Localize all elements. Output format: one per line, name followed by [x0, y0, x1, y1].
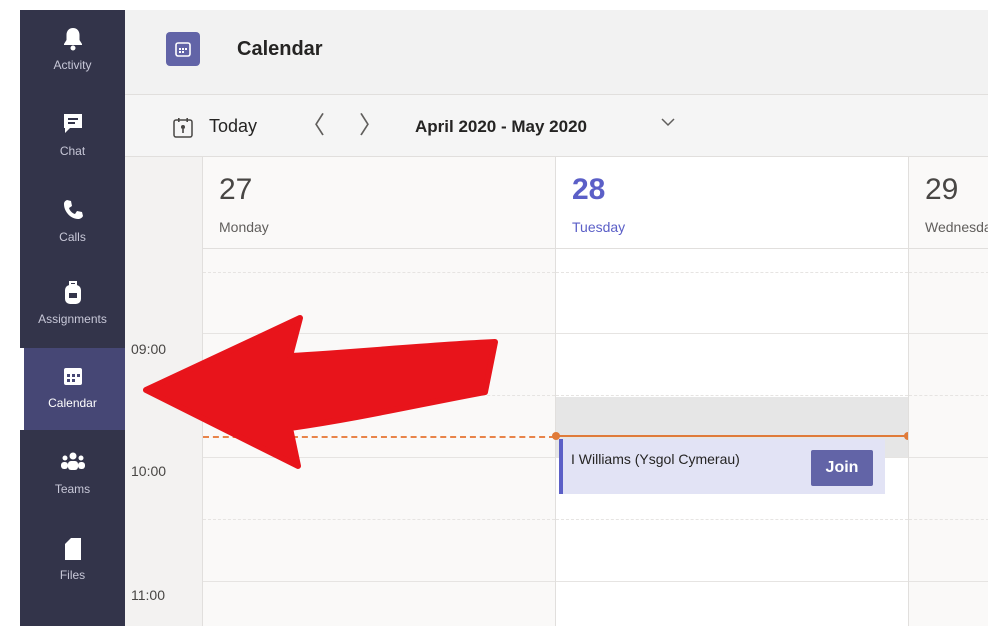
- day-name: Monday: [219, 219, 269, 235]
- day-header: 28 Tuesday: [556, 157, 908, 249]
- day-number: 27: [219, 173, 253, 206]
- teams-window: Activity Chat Calls Assignments Calendar: [20, 10, 988, 626]
- chevron-down-icon[interactable]: [659, 113, 677, 136]
- current-time-line: [556, 435, 908, 437]
- day-number: 28: [572, 173, 606, 206]
- app-header: Calendar: [125, 10, 988, 94]
- day-name: Wednesday: [925, 219, 988, 235]
- day-header: 29 Wednesday: [909, 157, 988, 249]
- rail-item-assignments[interactable]: Assignments: [20, 264, 125, 346]
- bell-icon: [20, 26, 125, 52]
- calendar-app-icon: [166, 32, 200, 66]
- teams-icon: [20, 450, 125, 476]
- file-icon: [20, 536, 125, 562]
- time-label: 10:00: [131, 463, 167, 479]
- calendar-icon: [20, 364, 125, 390]
- calendar-today-icon[interactable]: [172, 117, 194, 144]
- day-column-tuesday[interactable]: 28 Tuesday I Williams (Ysgol Cymerau) Jo…: [552, 157, 912, 626]
- calendar-toolbar: Today 〈 〉 April 2020 - May 2020: [125, 94, 988, 157]
- join-button[interactable]: Join: [811, 450, 873, 486]
- day-column-monday[interactable]: 27 Monday: [202, 157, 555, 626]
- rail-item-teams[interactable]: Teams: [20, 434, 125, 516]
- rail-item-label: Chat: [59, 144, 86, 158]
- next-week-button[interactable]: 〉: [359, 109, 383, 143]
- rail-item-label: Calendar: [48, 396, 97, 410]
- day-header: 27 Monday: [203, 157, 555, 249]
- rail-item-label: Teams: [54, 482, 91, 496]
- day-number: 29: [925, 173, 959, 206]
- day-name: Tuesday: [572, 219, 626, 235]
- prev-week-button[interactable]: 〈: [301, 109, 325, 143]
- time-label: 11:00: [131, 587, 165, 603]
- calendar-event[interactable]: I Williams (Ysgol Cymerau) Join: [559, 439, 885, 494]
- day-column-wednesday[interactable]: 29 Wednesday: [908, 157, 988, 626]
- rail-item-activity[interactable]: Activity: [20, 10, 125, 92]
- today-button[interactable]: Today: [209, 116, 257, 137]
- current-time-line: [203, 436, 555, 438]
- backpack-icon: [20, 280, 125, 306]
- rail-item-label: Activity: [53, 58, 92, 72]
- rail-item-chat[interactable]: Chat: [20, 96, 125, 178]
- rail-item-label: Calls: [59, 230, 86, 244]
- rail-item-label: Assignments: [38, 312, 107, 326]
- date-range-picker[interactable]: April 2020 - May 2020: [415, 117, 587, 137]
- rail-item-files[interactable]: Files: [20, 520, 125, 602]
- page-title: Calendar: [237, 38, 323, 60]
- rail-item-calendar[interactable]: Calendar: [20, 348, 125, 430]
- time-label: 09:00: [131, 341, 167, 357]
- calendar-grid: 09:00 10:00 11:00 27 Monday 28 Tuesday I…: [125, 156, 988, 626]
- time-gutter: 09:00 10:00 11:00: [125, 157, 202, 626]
- event-title: I Williams (Ysgol Cymerau): [571, 451, 740, 467]
- rail-item-label: Files: [59, 568, 86, 582]
- app-rail: Activity Chat Calls Assignments Calendar: [20, 10, 125, 626]
- chat-icon: [20, 112, 125, 138]
- phone-icon: [20, 198, 125, 224]
- rail-item-calls[interactable]: Calls: [20, 182, 125, 264]
